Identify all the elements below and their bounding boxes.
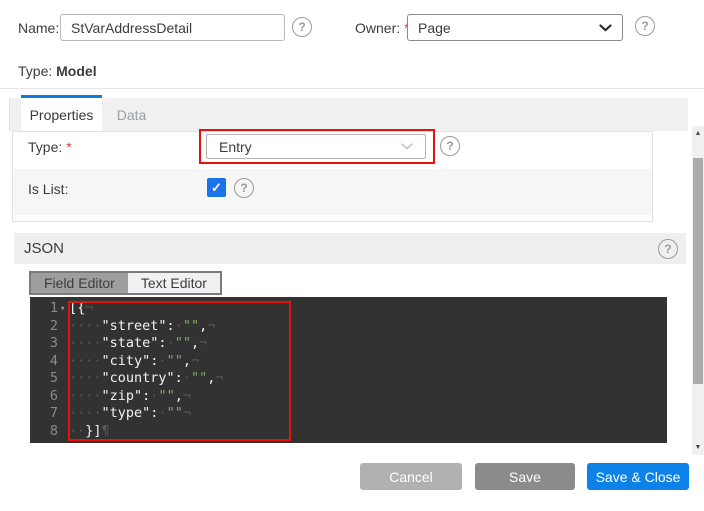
checkmark-icon: ✓ xyxy=(211,180,222,196)
line-number: 8 xyxy=(30,423,58,441)
type-field-label-text: Type: xyxy=(28,139,62,155)
type-select[interactable]: Entry xyxy=(206,134,426,159)
code-line: 1▾ [{¬ xyxy=(30,300,667,318)
code-line: 8 ··}]¶ xyxy=(30,423,667,441)
type-field-label: Type:* xyxy=(28,139,72,155)
chevron-down-icon xyxy=(599,24,612,32)
help-icon-owner[interactable]: ? xyxy=(635,16,655,36)
editor-mode-toggle: Field Editor Text Editor xyxy=(29,271,222,295)
field-editor-tab[interactable]: Field Editor xyxy=(31,273,128,293)
line-number: 5 xyxy=(30,370,58,388)
code-line-content: ····"country":·"",¬ xyxy=(69,370,223,388)
help-icon-json[interactable]: ? xyxy=(658,239,678,259)
json-code-editor[interactable]: 1▾ [{¬ 2 ····"street":·"",¬ 3 ····"state":·""… xyxy=(30,297,667,443)
is-list-checkbox[interactable]: ✓ xyxy=(207,178,226,197)
code-line: 7 ····"type":·""¬ xyxy=(30,405,667,423)
owner-label-text: Owner: xyxy=(355,20,400,36)
type-static-label: Type: xyxy=(18,63,52,79)
text-editor-tab[interactable]: Text Editor xyxy=(128,273,220,293)
code-line-content: ····"type":·""¬ xyxy=(69,405,191,423)
vertical-scrollbar[interactable]: ▲ ▼ xyxy=(692,126,704,455)
tab-properties-label: Properties xyxy=(30,107,94,123)
code-lines: 1▾ [{¬ 2 ····"street":·"",¬ 3 ····"state":·""… xyxy=(30,300,667,440)
cancel-button[interactable]: Cancel xyxy=(360,463,462,490)
tab-data[interactable]: Data xyxy=(103,98,160,131)
fold-arrow-icon[interactable]: ▾ xyxy=(60,301,65,319)
code-line: 3 ····"state":·"",¬ xyxy=(30,335,667,353)
chevron-down-icon xyxy=(401,143,413,150)
scrollbar-thumb[interactable] xyxy=(693,158,703,384)
line-number: 7 xyxy=(30,405,58,423)
help-icon-is-list[interactable]: ? xyxy=(234,178,254,198)
json-section-title: JSON xyxy=(24,240,64,257)
type-static-value: Model xyxy=(56,63,96,79)
type-model-line: Type: Model xyxy=(18,63,97,79)
code-line-content: ····"city":·"",¬ xyxy=(69,353,199,371)
scrollbar-up-arrow-icon[interactable]: ▲ xyxy=(695,130,702,137)
is-list-row-stripe xyxy=(13,169,652,215)
line-number: 4 xyxy=(30,353,58,371)
save-close-button[interactable]: Save & Close xyxy=(587,463,689,490)
code-line: 6 ····"zip":·"",¬ xyxy=(30,388,667,406)
owner-select[interactable]: Page xyxy=(407,14,623,41)
json-section-header: JSON xyxy=(14,233,686,264)
help-icon-name[interactable]: ? xyxy=(292,17,312,37)
tab-data-label: Data xyxy=(117,107,147,123)
variable-editor-dialog: Name: * ? Owner:* Page ? Type: Model Prop… xyxy=(0,0,704,511)
save-button[interactable]: Save xyxy=(475,463,575,490)
code-line-content: [{¬ xyxy=(69,300,93,318)
owner-label: Owner:* xyxy=(355,20,410,36)
name-label-text: Name: xyxy=(18,20,59,36)
code-line-content: ····"street":·"",¬ xyxy=(69,318,215,336)
code-line: 4 ····"city":·"",¬ xyxy=(30,353,667,371)
code-line: 2 ····"street":·"",¬ xyxy=(30,318,667,336)
code-line-content: ··}]¶ xyxy=(69,423,110,441)
line-number: 1▾ xyxy=(30,300,58,318)
tab-properties[interactable]: Properties xyxy=(21,95,102,131)
code-line-content: ····"zip":·"",¬ xyxy=(69,388,191,406)
is-list-label: Is List: xyxy=(28,181,68,197)
scrollbar-down-arrow-icon[interactable]: ▼ xyxy=(695,444,702,451)
help-icon-type[interactable]: ? xyxy=(440,136,460,156)
code-line: 5 ····"country":·"",¬ xyxy=(30,370,667,388)
owner-select-value: Page xyxy=(418,20,451,36)
name-input[interactable] xyxy=(60,14,285,41)
required-asterisk: * xyxy=(66,139,71,155)
line-number: 2 xyxy=(30,318,58,336)
line-number: 6 xyxy=(30,388,58,406)
text-editor-tab-label: Text Editor xyxy=(141,275,207,291)
code-line-content: ····"state":·"",¬ xyxy=(69,335,207,353)
type-select-value: Entry xyxy=(219,139,252,155)
line-number: 3 xyxy=(30,335,58,353)
section-divider xyxy=(0,88,704,89)
field-editor-tab-label: Field Editor xyxy=(44,275,115,291)
